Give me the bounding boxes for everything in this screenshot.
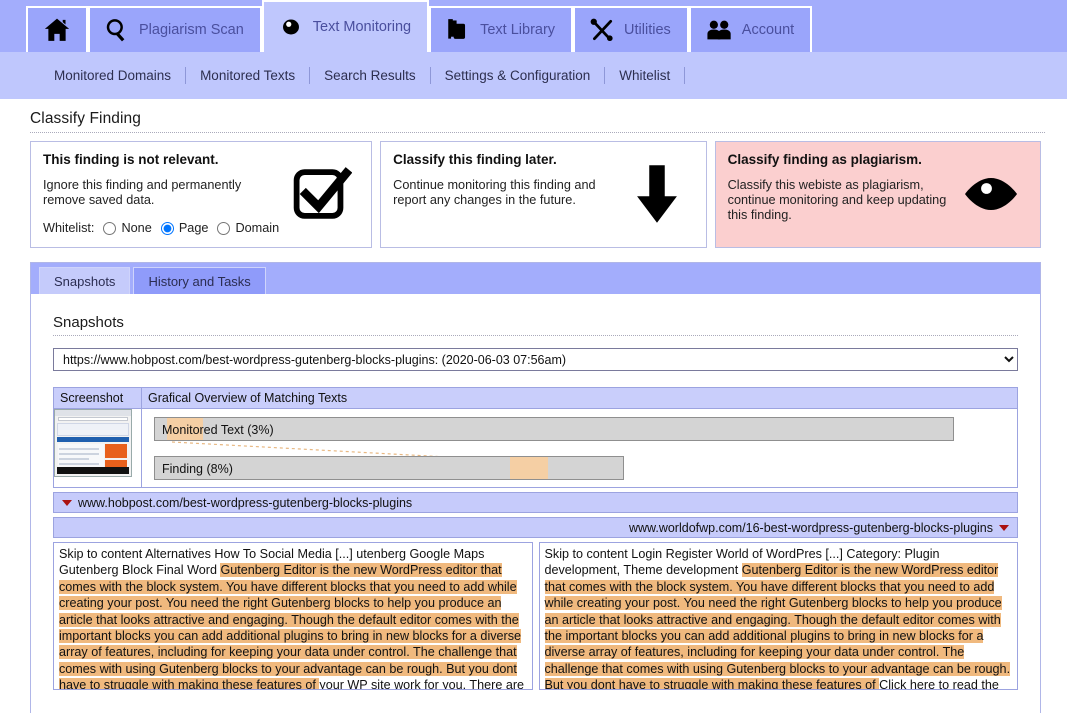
classify-finding-panels: This finding is not relevant. Ignore thi… xyxy=(30,141,1042,248)
people-icon xyxy=(705,18,733,42)
checkbox-checked-icon[interactable] xyxy=(285,152,359,235)
whitelist-label: Whitelist: xyxy=(43,221,95,235)
page-content: Classify Finding This finding is not rel… xyxy=(0,99,1067,713)
nav-tab-label: Account xyxy=(741,22,795,38)
eye-icon xyxy=(278,16,304,38)
text-left-suffix: your WP site work for you. There are xyxy=(319,678,525,690)
books-icon xyxy=(445,17,471,43)
subnav-item-whitelist[interactable]: Whitelist xyxy=(605,68,684,83)
panel-not-relevant[interactable]: This finding is not relevant. Ignore thi… xyxy=(30,141,373,248)
bar-label: Monitored Text (3%) xyxy=(162,423,274,437)
matching-bars-chart: Monitored Text (3%) Finding (8%) xyxy=(142,409,1017,487)
panel-heading: This finding is not relevant. xyxy=(43,152,219,167)
nav-tab-account[interactable]: Account xyxy=(688,6,813,52)
snapshots-divider xyxy=(53,335,1018,336)
whitelist-option-domain[interactable]: Domain xyxy=(235,221,279,235)
website-thumbnail[interactable] xyxy=(54,409,132,477)
screenshot-cell[interactable] xyxy=(53,408,142,488)
thumb-text-line xyxy=(59,463,99,465)
panel-text: Classify this finding later. Continue mo… xyxy=(393,152,619,235)
secondary-navigation: Monitored Domains Monitored Texts Search… xyxy=(0,52,1067,99)
tools-icon xyxy=(589,17,615,43)
thumb-url-bar xyxy=(58,417,128,421)
nav-tab-label: Text Monitoring xyxy=(312,19,412,35)
bar-label: Finding (8%) xyxy=(162,462,233,476)
chevron-down-icon[interactable] xyxy=(62,499,72,506)
url-label-right: www.worldofwp.com/16-best-wordpress-gute… xyxy=(628,520,993,535)
thumb-site-header xyxy=(57,423,129,436)
text-comparison: Skip to content Alternatives How To Soci… xyxy=(53,542,1018,690)
main-navigation-bar: Plagiarism Scan Text Monitoring Text Lib… xyxy=(0,0,1067,52)
table-header-row: Screenshot Grafical Overview of Matching… xyxy=(53,387,1018,409)
nav-tab-text-monitoring[interactable]: Text Monitoring xyxy=(261,0,430,52)
panel-text: This finding is not relevant. Ignore thi… xyxy=(43,152,285,235)
column-header-grafical-overview: Grafical Overview of Matching Texts xyxy=(141,387,1018,409)
panel-classify-later[interactable]: Classify this finding later. Continue mo… xyxy=(380,141,707,248)
text-left-highlight: Gutenberg Editor is the new WordPress ed… xyxy=(59,563,522,689)
snapshots-title: Snapshots xyxy=(53,314,124,331)
whitelist-option-page[interactable]: Page xyxy=(179,221,209,235)
thumb-text-line xyxy=(59,453,99,455)
subnav-item-settings-configuration[interactable]: Settings & Configuration xyxy=(431,68,605,83)
overview-cell: Monitored Text (3%) Finding (8%) xyxy=(141,408,1018,488)
whitelist-option-none[interactable]: None xyxy=(121,221,151,235)
tab-history-and-tasks[interactable]: History and Tasks xyxy=(133,267,266,294)
panel-description: Continue monitoring this finding and rep… xyxy=(393,178,596,207)
whitelist-radio-domain[interactable] xyxy=(217,221,231,235)
snapshot-select[interactable]: https://www.hobpost.com/best-wordpress-g… xyxy=(53,348,1018,371)
nav-tab-label: Utilities xyxy=(624,22,671,38)
thumb-text-line xyxy=(59,458,89,460)
down-arrow-icon[interactable] xyxy=(620,152,694,235)
thumb-text-line xyxy=(59,448,99,450)
text-right-highlight: Gutenberg Editor is the new WordPress ed… xyxy=(544,563,1011,689)
bar-finding[interactable]: Finding (8%) xyxy=(154,456,624,480)
magnifier-icon xyxy=(104,17,130,43)
panel-description: Ignore this finding and permanently remo… xyxy=(43,178,242,207)
nav-tab-plagiarism-scan[interactable]: Plagiarism Scan xyxy=(88,6,262,52)
eye-icon[interactable] xyxy=(954,152,1028,235)
text-pane-right[interactable]: Skip to content Login Register World of … xyxy=(538,542,1018,690)
url-row-right[interactable]: www.worldofwp.com/16-best-wordpress-gute… xyxy=(53,517,1018,538)
subnav-item-monitored-domains[interactable]: Monitored Domains xyxy=(40,68,185,83)
nav-tab-label: Text Library xyxy=(480,22,556,38)
table-row: Monitored Text (3%) Finding (8%) xyxy=(53,408,1018,488)
chevron-down-icon[interactable] xyxy=(999,524,1009,531)
panel-classify-plagiarism[interactable]: Classify finding as plagiarism. Classify… xyxy=(714,141,1042,248)
text-pane-left[interactable]: Skip to content Alternatives How To Soci… xyxy=(53,542,533,690)
whitelist-radio-page[interactable] xyxy=(160,221,174,235)
whitelist-radio-none[interactable] xyxy=(103,221,117,235)
whitelist-radio-group: Whitelist: None Page Domain xyxy=(43,221,279,235)
home-icon xyxy=(42,16,72,44)
url-label-left: www.hobpost.com/best-wordpress-gutenberg… xyxy=(78,495,413,510)
nav-tab-home[interactable] xyxy=(26,6,88,52)
bar-monitored-text[interactable]: Monitored Text (3%) xyxy=(154,417,954,441)
subnav-item-search-results[interactable]: Search Results xyxy=(310,68,430,83)
subnav-separator xyxy=(684,67,686,84)
url-row-left[interactable]: www.hobpost.com/best-wordpress-gutenberg… xyxy=(53,492,1018,513)
panel-heading: Classify this finding later. xyxy=(393,152,557,167)
panel-heading: Classify finding as plagiarism. xyxy=(727,152,922,167)
page-title: Classify Finding xyxy=(30,110,142,127)
nav-tab-label: Plagiarism Scan xyxy=(139,22,244,38)
column-header-screenshot: Screenshot xyxy=(53,387,142,409)
panel-description: Classify this webiste as plagiarism, con… xyxy=(727,178,947,222)
bar-match-segment xyxy=(510,457,548,479)
thumb-footer xyxy=(57,467,129,474)
thumb-browser-chrome xyxy=(55,410,131,416)
nav-tab-text-library[interactable]: Text Library xyxy=(429,6,574,52)
thumb-nav-bar xyxy=(57,437,129,442)
snapshot-tabstrip: Snapshots History and Tasks xyxy=(30,262,1041,294)
title-divider xyxy=(30,132,1045,133)
thumb-sidebar-block xyxy=(105,444,127,458)
panel-text: Classify finding as plagiarism. Classify… xyxy=(728,152,954,235)
snapshots-panel: Snapshots https://www.hobpost.com/best-w… xyxy=(30,294,1041,713)
matching-overview-table: Screenshot Grafical Overview of Matching… xyxy=(53,387,1018,488)
tab-snapshots[interactable]: Snapshots xyxy=(39,267,131,294)
subnav-item-monitored-texts[interactable]: Monitored Texts xyxy=(186,68,309,83)
nav-tab-utilities[interactable]: Utilities xyxy=(573,6,689,52)
